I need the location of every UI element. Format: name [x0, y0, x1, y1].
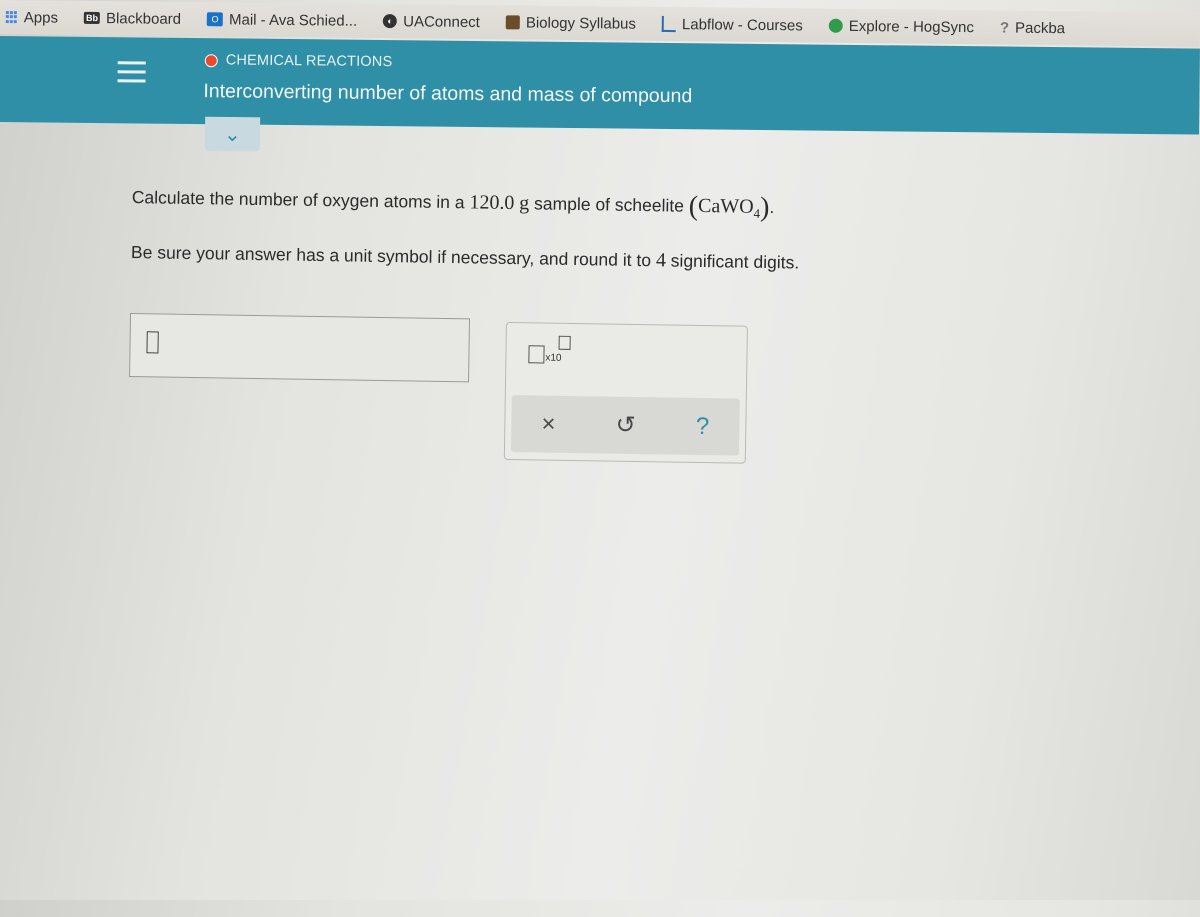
- undo-icon[interactable]: ↺: [615, 411, 636, 440]
- question-text-part: Calculate the number of oxygen atoms in …: [131, 187, 470, 213]
- mantissa-box-icon: [528, 345, 545, 364]
- instruction-text-part: Be sure your answer has a unit symbol if…: [130, 242, 657, 271]
- exponent-box-icon: [558, 335, 571, 350]
- question-area: Calculate the number of oxygen atoms in …: [0, 0, 1200, 917]
- answer-input[interactable]: [129, 313, 471, 383]
- sig-figs-value: 4: [655, 249, 667, 272]
- instruction-text-part: significant digits.: [665, 250, 800, 273]
- help-icon[interactable]: ?: [696, 412, 710, 440]
- question-text: Calculate the number of oxygen atoms in …: [132, 182, 775, 224]
- mass-value: 120.0: [469, 191, 515, 215]
- scientific-notation-button[interactable]: x10: [528, 335, 571, 364]
- input-cursor-box: [146, 331, 159, 354]
- chemical-formula: (CaWO4): [688, 190, 770, 224]
- formula-main: CaWO: [697, 194, 754, 218]
- x10-label: x10: [545, 352, 562, 364]
- question-text-part: sample of scheelite: [529, 193, 689, 216]
- math-tool-panel: x10 × ↺ ?: [503, 321, 748, 464]
- question-text-part: .: [769, 197, 775, 218]
- instruction-text: Be sure your answer has a unit symbol if…: [131, 241, 799, 274]
- tool-bar: × ↺ ?: [510, 395, 740, 456]
- clear-icon[interactable]: ×: [541, 410, 555, 438]
